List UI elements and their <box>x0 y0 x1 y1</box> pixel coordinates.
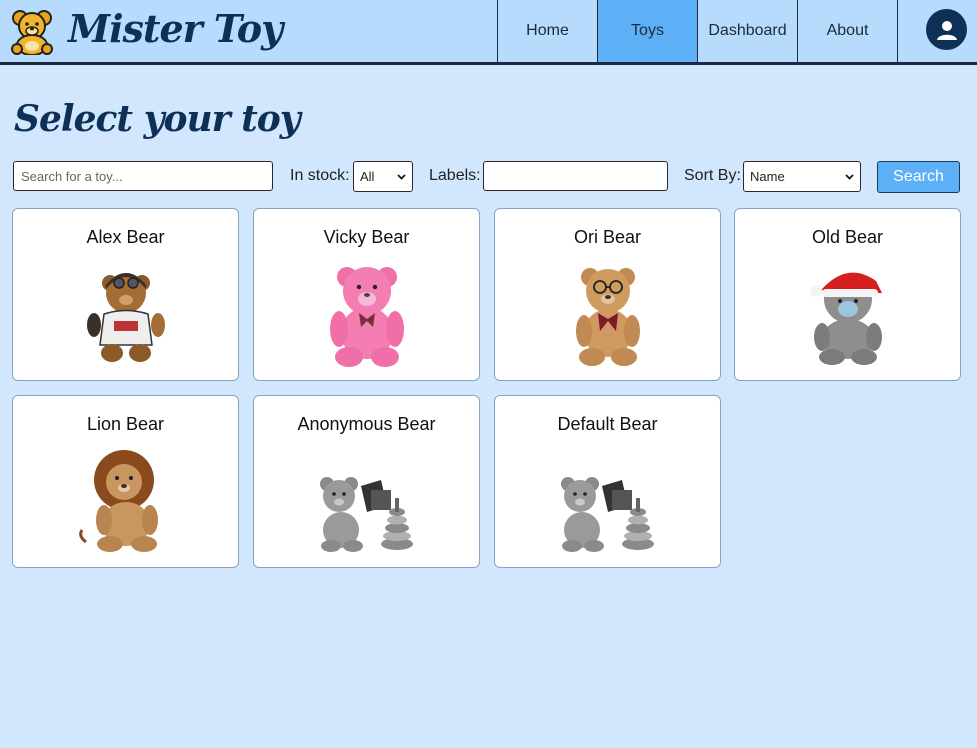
toy-name: Ori Bear <box>573 227 642 247</box>
toy-name: Anonymous Bear <box>297 414 436 434</box>
chevron-down-icon <box>397 173 406 180</box>
nav-about[interactable]: About <box>798 0 898 62</box>
aviator-bear-image <box>87 273 165 362</box>
toy-name: Vicky Bear <box>323 227 410 247</box>
teddy-bear-logo-icon[interactable] <box>10 9 54 55</box>
nav-home[interactable]: Home <box>498 0 598 62</box>
main-nav: Home Toys Dashboard About <box>497 0 898 62</box>
toy-name: Default Bear <box>557 414 658 434</box>
toy-filter-bar: In stock: All Labels: Sort By: Name Sear… <box>0 160 977 194</box>
in-stock-label: In stock: <box>290 167 350 184</box>
toy-card[interactable]: Alex Bear <box>12 208 239 381</box>
toy-card[interactable]: Ori Bear <box>494 208 721 381</box>
page-title: Select your toy <box>14 98 301 140</box>
in-stock-value: All <box>360 169 375 184</box>
sort-by-value: Name <box>750 169 785 184</box>
in-stock-select[interactable]: All <box>353 161 413 192</box>
brand-name[interactable]: Mister Toy <box>68 6 283 51</box>
pink-bear-image <box>330 267 404 367</box>
top-header: Mister Toy Home Toys Dashboard About <box>0 0 977 65</box>
search-input[interactable] <box>13 161 273 191</box>
toy-name: Alex Bear <box>86 227 165 247</box>
toy-name: Lion Bear <box>86 414 165 434</box>
sort-by-label: Sort By: <box>684 167 741 184</box>
placeholder-toys-image <box>561 477 654 552</box>
labels-label: Labels: <box>429 167 481 184</box>
chevron-down-icon <box>845 173 854 180</box>
placeholder-toys-image <box>320 477 413 552</box>
sort-by-select[interactable]: Name <box>743 161 861 192</box>
labels-input[interactable] <box>483 161 668 191</box>
user-icon <box>936 20 957 40</box>
toy-name: Old Bear <box>811 227 884 247</box>
nav-dashboard[interactable]: Dashboard <box>698 0 798 62</box>
user-profile-button[interactable] <box>926 9 967 50</box>
toy-card[interactable]: Lion Bear <box>12 395 239 568</box>
lion-bear-image <box>79 450 158 552</box>
toy-card[interactable]: Vicky Bear <box>253 208 480 381</box>
search-button[interactable]: Search <box>877 161 960 193</box>
santa-hat-grey-bear-image <box>810 272 882 365</box>
glasses-bear-image <box>576 268 640 366</box>
toy-card[interactable]: Default Bear <box>494 395 721 568</box>
toy-card[interactable]: Anonymous Bear <box>253 395 480 568</box>
toy-card[interactable]: Old Bear <box>734 208 961 381</box>
nav-toys[interactable]: Toys <box>598 0 698 62</box>
